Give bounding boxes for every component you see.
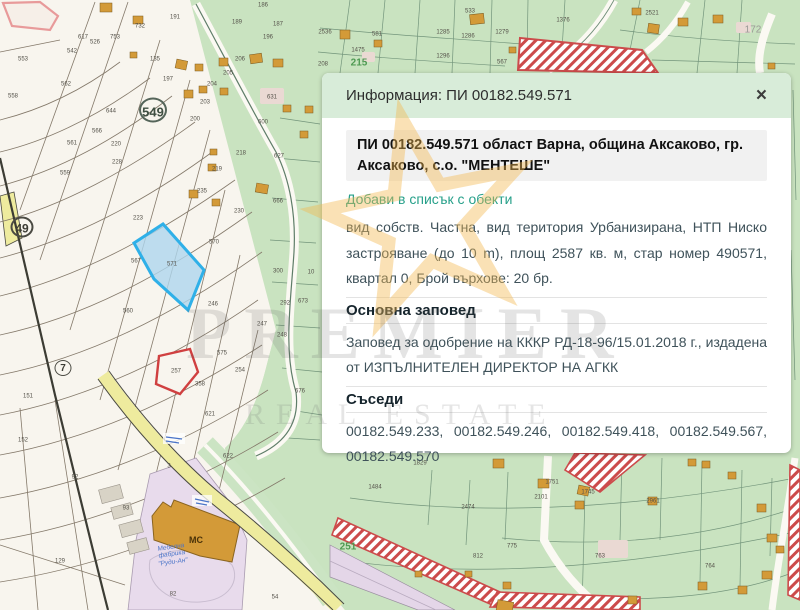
popup-title: Информация: ПИ 00182.549.571	[346, 87, 572, 104]
neighbors-heading: Съседи	[346, 386, 767, 413]
order-heading: Основна заповед	[346, 297, 767, 324]
close-icon[interactable]: ×	[756, 86, 767, 105]
add-to-list-link[interactable]: Добави в списък с обекти	[346, 191, 512, 207]
order-text: Заповед за одобрение на КККР РД-18-96/15…	[346, 330, 767, 381]
neighbors-list: 00182.549.233, 00182.549.246, 00182.549.…	[346, 419, 767, 470]
popup-header: Информация: ПИ 00182.549.571 ×	[322, 73, 791, 118]
popup-body: ПИ 00182.549.571 област Варна, община Ак…	[322, 118, 791, 470]
parcel-info-popup: Информация: ПИ 00182.549.571 × ПИ 00182.…	[322, 73, 791, 453]
parcel-details: вид собств. Частна, вид територия Урбани…	[346, 215, 767, 292]
parcel-title: ПИ 00182.549.571 област Варна, община Ак…	[346, 130, 767, 181]
